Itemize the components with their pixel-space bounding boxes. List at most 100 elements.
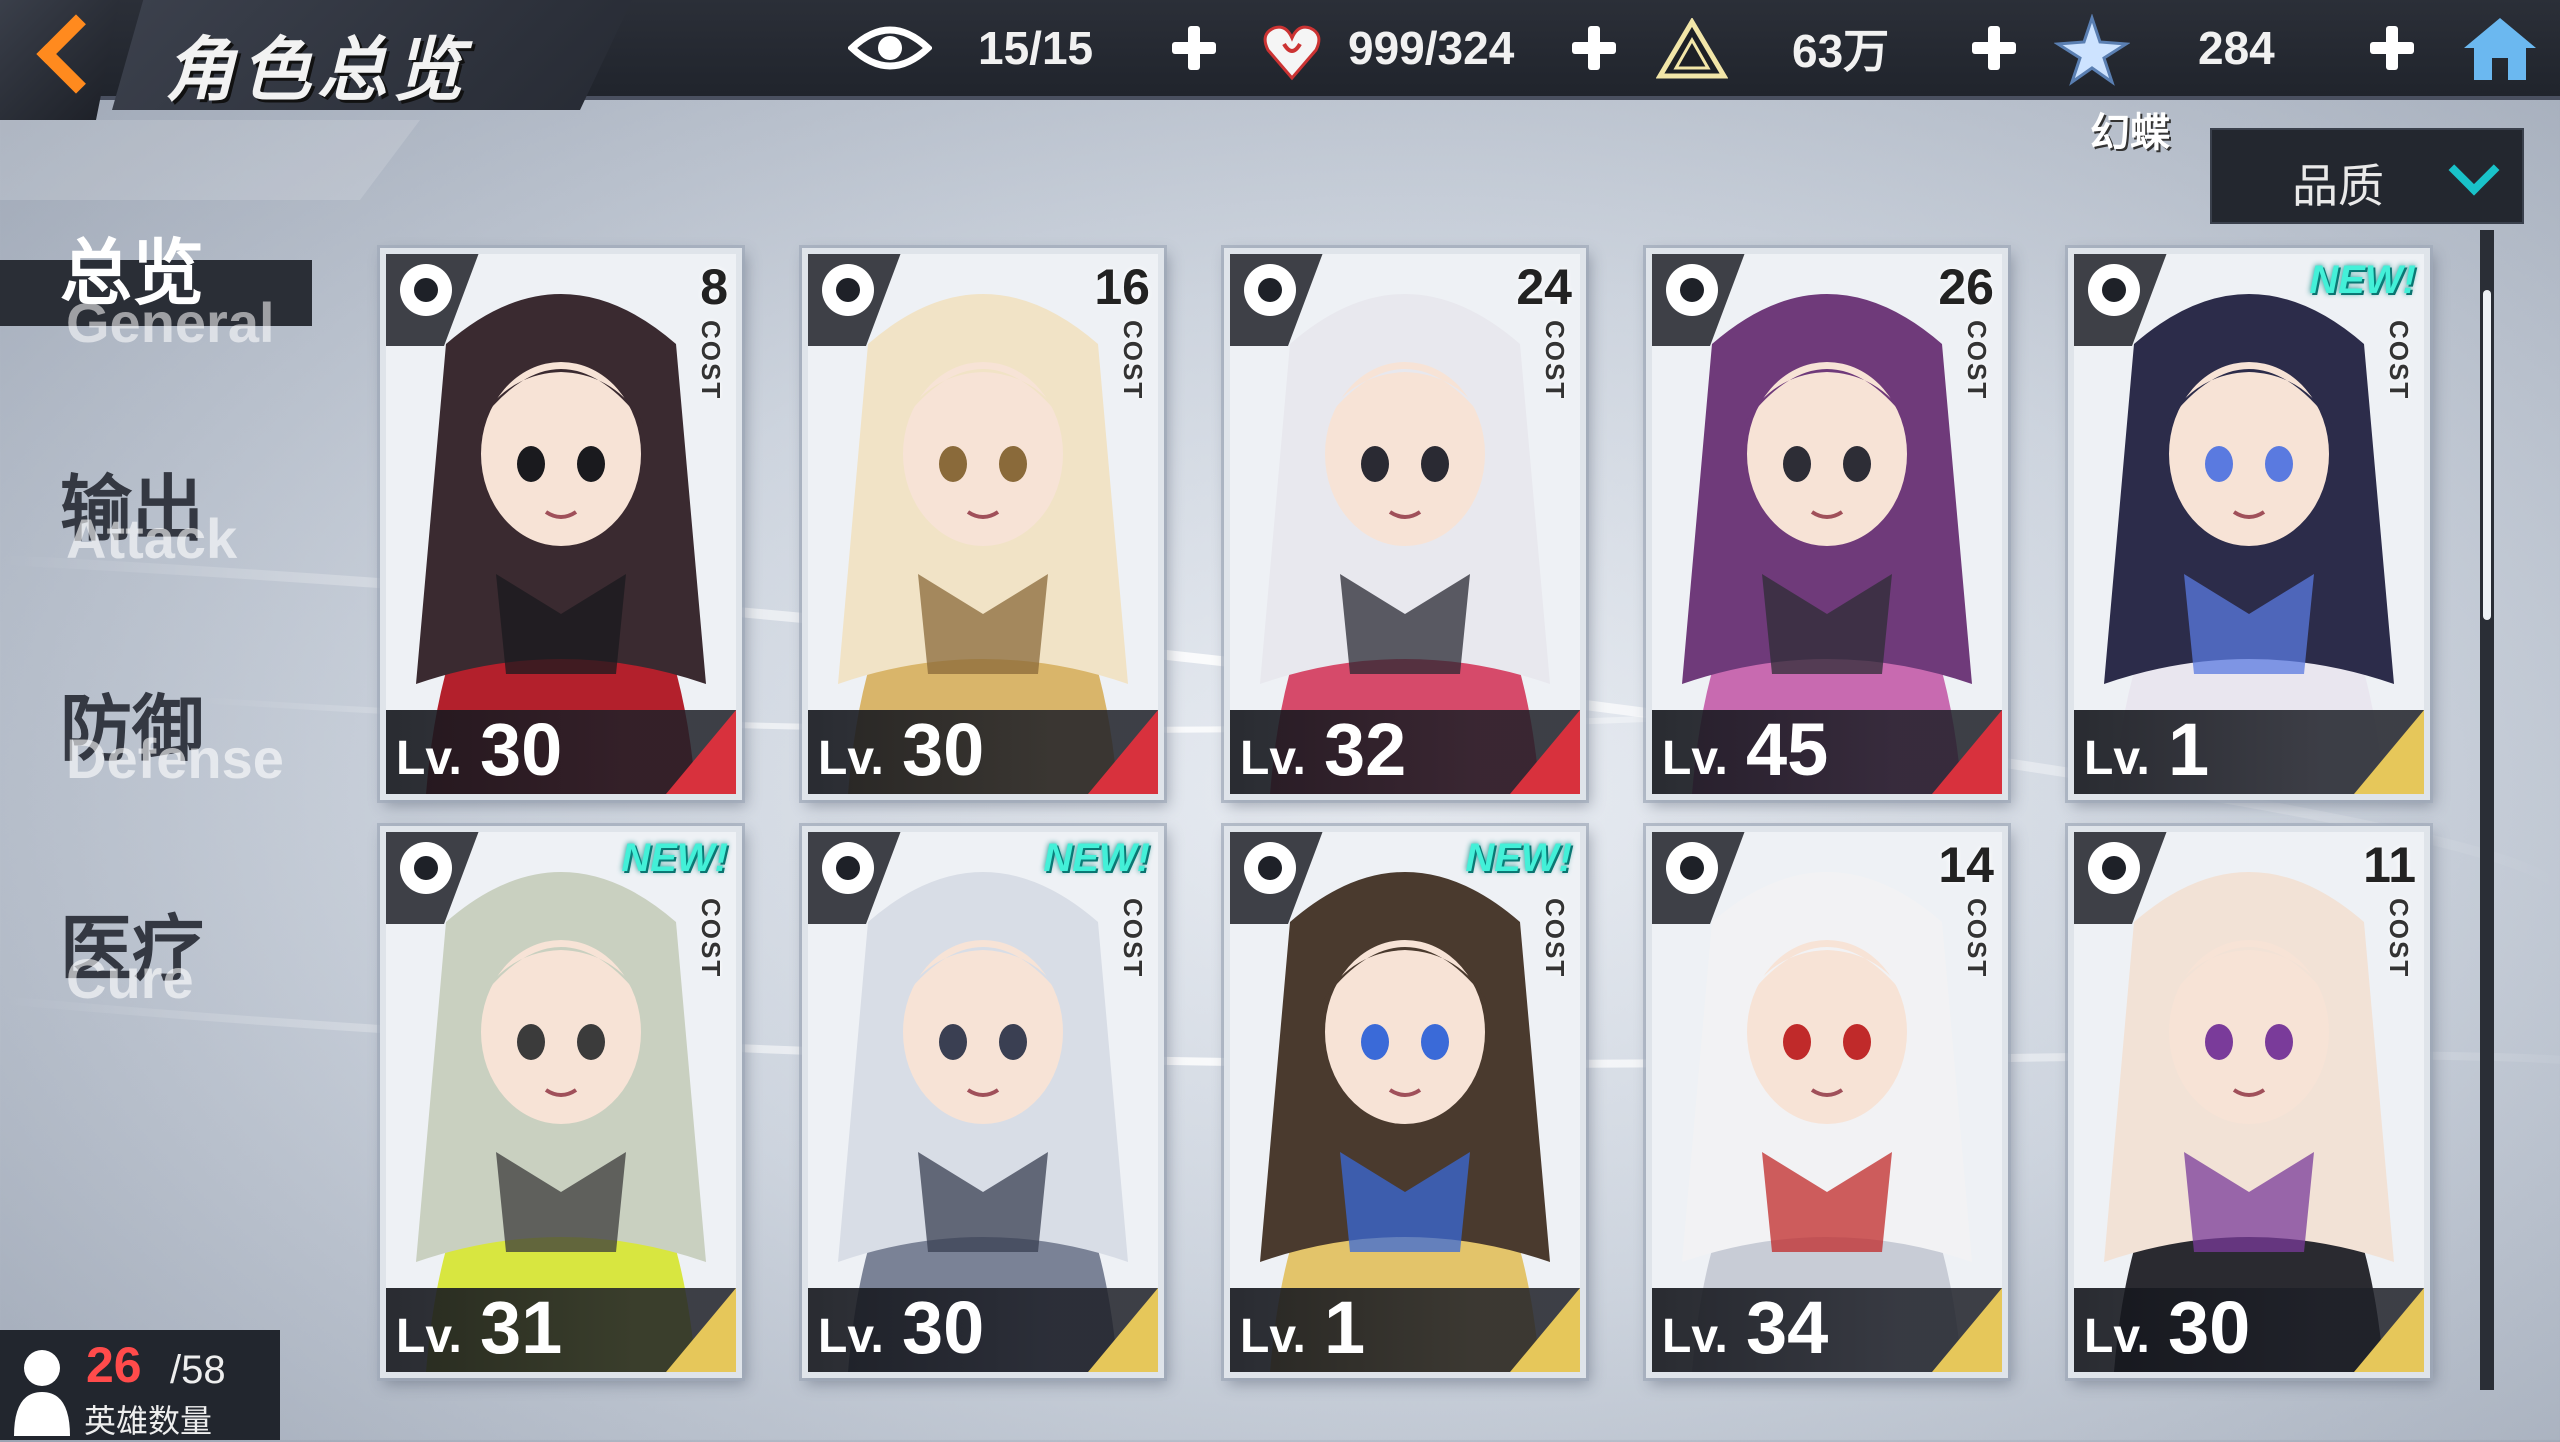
cost-label: COST xyxy=(1540,320,1570,401)
hero-count-max: /58 xyxy=(170,1348,226,1392)
level-prefix: Lv. xyxy=(1662,732,1728,785)
rarity-corner xyxy=(2354,1288,2424,1372)
nav-item-general[interactable]: 总览 General xyxy=(0,200,320,360)
nav-label-en: Cure xyxy=(66,947,194,1010)
level-prefix: Lv. xyxy=(1662,1310,1728,1363)
star-shard-icon xyxy=(2054,14,2130,86)
new-badge: NEW! xyxy=(1465,836,1572,880)
level-value: 30 xyxy=(902,1286,985,1369)
sword-icon xyxy=(2074,832,2167,924)
cost-label: COST xyxy=(1118,898,1148,979)
nav-item-cure[interactable]: 医疗 Cure xyxy=(0,890,320,1050)
stamina-value: 15/15 xyxy=(978,22,1094,74)
cost-label: COST xyxy=(1962,898,1992,979)
dragon-icon xyxy=(808,254,901,346)
character-card[interactable]: 8 COST Lv. 30 xyxy=(380,248,742,800)
cost-label: COST xyxy=(1118,320,1148,401)
level-value: 32 xyxy=(1324,708,1407,791)
character-card[interactable]: 14 COST Lv. 34 xyxy=(1646,826,2008,1378)
cost-value: 14 xyxy=(1938,837,1994,893)
add-gold-button[interactable] xyxy=(1968,22,2020,74)
triangle-crystal-icon xyxy=(1656,18,1728,79)
level-value: 30 xyxy=(2168,1286,2251,1369)
crossbow-icon xyxy=(1652,832,1745,924)
level-prefix: Lv. xyxy=(1240,1310,1306,1363)
level-prefix: Lv. xyxy=(818,1310,884,1363)
nav-label-en: Attack xyxy=(66,507,238,570)
level-value: 1 xyxy=(2168,708,2210,791)
nav-item-attack[interactable]: 输出 Attack xyxy=(0,450,320,610)
rarity-corner xyxy=(666,710,736,794)
eye-icon xyxy=(848,26,932,70)
chevron-down-icon xyxy=(2448,144,2500,196)
level-value: 34 xyxy=(1746,1286,1829,1369)
rarity-corner xyxy=(1088,710,1158,794)
scrollbar-thumb[interactable] xyxy=(2483,290,2491,620)
rarity-corner xyxy=(666,1288,736,1372)
cost-value: 11 xyxy=(2363,837,2416,893)
character-card[interactable]: 11 COST Lv. 30 xyxy=(2068,826,2430,1378)
character-card[interactable]: 26 COST Lv. 45 xyxy=(1646,248,2008,800)
rarity-corner xyxy=(1510,710,1580,794)
cost-value: 8 xyxy=(700,259,728,315)
cost-value: 26 xyxy=(1938,259,1994,315)
level-value: 1 xyxy=(1324,1286,1366,1369)
hero-count-panel: 26 /58 英雄数量 xyxy=(0,1330,280,1440)
rarity-corner xyxy=(1510,1288,1580,1372)
cost-value: 24 xyxy=(1516,259,1572,315)
rarity-corner xyxy=(1932,710,2002,794)
level-value: 30 xyxy=(480,708,563,791)
level-prefix: Lv. xyxy=(396,1310,462,1363)
level-prefix: Lv. xyxy=(2084,1310,2150,1363)
page-title: 角色总览 xyxy=(165,29,469,111)
character-card[interactable]: 16 COST Lv. 30 xyxy=(802,248,1164,800)
new-badge: NEW! xyxy=(621,836,728,880)
level-prefix: Lv. xyxy=(396,732,462,785)
sword-icon xyxy=(808,832,901,924)
new-badge: NEW! xyxy=(2309,258,2416,302)
new-badge: NEW! xyxy=(1043,836,1150,880)
fox-mask-icon xyxy=(2074,254,2167,346)
hero-count-current: 26 xyxy=(86,1337,142,1393)
rarity-corner xyxy=(2354,710,2424,794)
cost-label: COST xyxy=(2384,898,2414,979)
character-card[interactable]: NEW! COST Lv. 1 xyxy=(1224,826,1586,1378)
revolver-icon xyxy=(1652,254,1745,346)
gold-value: 63万 xyxy=(1792,25,1890,77)
level-value: 45 xyxy=(1746,708,1829,791)
cost-label: COST xyxy=(696,320,726,401)
person-icon xyxy=(14,1350,70,1436)
level-prefix: Lv. xyxy=(1240,732,1306,785)
add-energy-button[interactable] xyxy=(1568,22,1620,74)
sort-dropdown[interactable]: 品质 xyxy=(2210,128,2524,224)
nav-label-en: Defense xyxy=(66,727,284,790)
shield-cross-icon xyxy=(386,832,479,924)
level-prefix: Lv. xyxy=(818,732,884,785)
add-stamina-button[interactable] xyxy=(1168,22,1220,74)
back-button[interactable] xyxy=(0,0,120,120)
character-card[interactable]: NEW! COST Lv. 1 xyxy=(2068,248,2430,800)
shuriken-icon xyxy=(386,254,479,346)
home-icon[interactable] xyxy=(2462,14,2538,82)
energy-value: 999/324 xyxy=(1348,22,1515,74)
cost-value: 16 xyxy=(1094,259,1150,315)
cost-label: COST xyxy=(1540,898,1570,979)
winged-heart-icon xyxy=(1230,832,1323,924)
heart-hand-icon xyxy=(1263,25,1321,81)
gem-value: 284 xyxy=(2198,22,2275,74)
cost-label: COST xyxy=(2384,320,2414,401)
nav-label-en: General xyxy=(66,291,275,354)
character-card[interactable]: NEW! COST Lv. 30 xyxy=(802,826,1164,1378)
cost-label: COST xyxy=(696,898,726,979)
character-card[interactable]: NEW! COST Lv. 31 xyxy=(380,826,742,1378)
attribute-label: 幻蝶 xyxy=(2090,110,2170,156)
add-gem-button[interactable] xyxy=(2366,22,2418,74)
rarity-corner xyxy=(1932,1288,2002,1372)
level-value: 31 xyxy=(480,1286,563,1369)
level-value: 30 xyxy=(902,708,985,791)
nav-item-defense[interactable]: 防御 Defense xyxy=(0,670,320,830)
level-prefix: Lv. xyxy=(2084,732,2150,785)
character-card[interactable]: 24 COST Lv. 32 xyxy=(1224,248,1586,800)
demon-skull-icon xyxy=(1230,254,1323,346)
cost-label: COST xyxy=(1962,320,1992,401)
